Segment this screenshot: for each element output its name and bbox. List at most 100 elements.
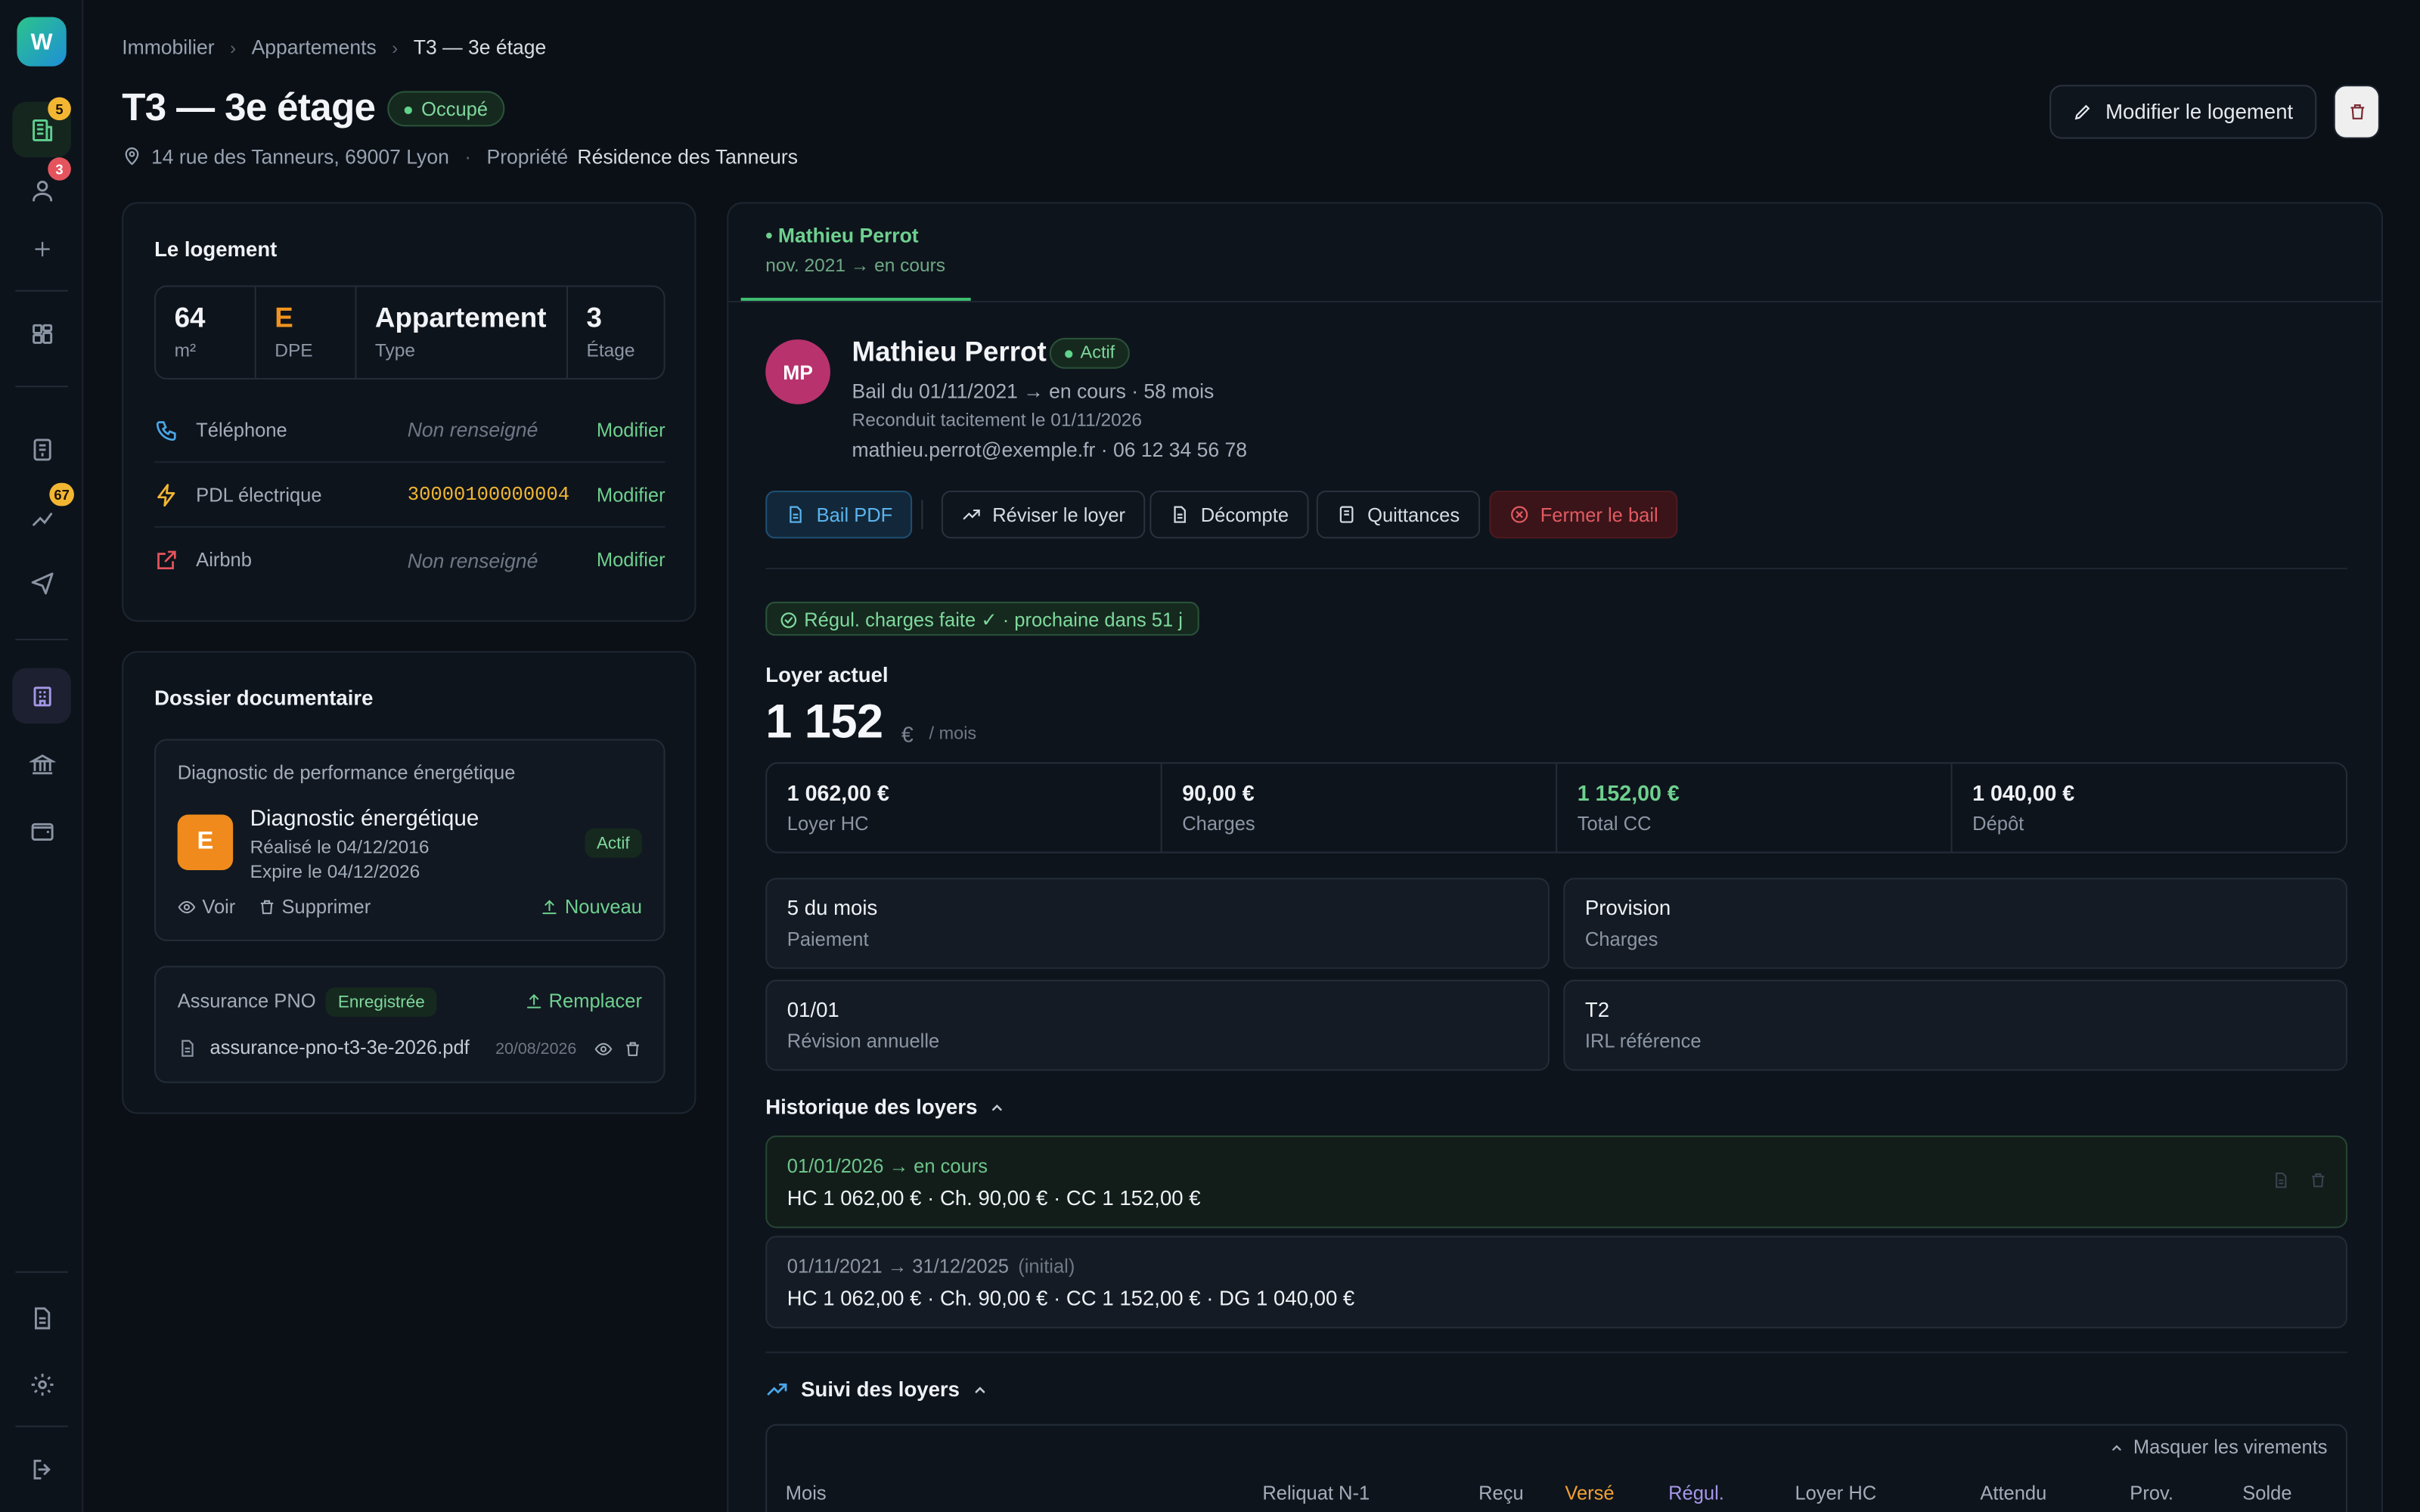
revise-rent-button[interactable]: Réviser le loyer [941,490,1146,539]
sidebar-item-users[interactable]: 3 [12,157,71,217]
column-header[interactable]: Attendu [1980,1483,2046,1504]
sidebar-item-dashboard[interactable] [12,305,71,361]
column-header[interactable]: Versé [1565,1483,1614,1504]
sidebar-item-settings[interactable] [12,1356,71,1411]
toolbar-divider [921,500,923,529]
rent-breakdown: 1 062,00 € Loyer HC 90,00 € Charges 1 15… [765,762,2348,854]
lease-pdf-button[interactable]: Bail PDF [765,490,913,539]
hide-transfers-button[interactable]: Masquer les virements [2110,1436,2328,1458]
dpe-letter-badge: E [177,814,234,871]
delete-dpe-button[interactable]: Supprimer [257,897,371,918]
chevron-right-icon: › [392,36,399,58]
stat-label: DPE [275,339,313,361]
trending-up-icon [765,1377,789,1401]
rent-history-row: 01/11/2021 → 31/12/2025 (initial) HC 1 06… [765,1235,2348,1329]
field-value: Non renseigné [407,548,538,572]
view-label: Voir [202,896,236,919]
column-header[interactable]: Solde [2242,1483,2291,1504]
trash-icon[interactable] [2309,1171,2327,1189]
rent-tracking-toggle[interactable]: Suivi des loyers [765,1377,987,1401]
grid-icon [29,320,55,346]
rent-hc-cell: 1 062,00 € Loyer HC [767,764,1162,852]
sidebar-item-wallet[interactable] [12,802,71,857]
column-header[interactable]: Reliquat N-1 [1262,1483,1370,1504]
tab-divider [728,300,2381,302]
sidebar-item-buildings[interactable]: 5 [12,97,71,158]
document-icon [29,1304,55,1331]
column-header[interactable]: Prov. [2130,1483,2173,1504]
eye-icon[interactable] [594,1040,613,1058]
column-header[interactable]: Régul. [1668,1483,1724,1504]
breadcrumb-current: T3 — 3e étage [413,35,547,59]
sidebar-item-logout[interactable] [12,1441,71,1496]
rent-history-toggle[interactable]: Historique des loyers [765,1095,1005,1119]
breadcrumb-link[interactable]: Immobilier [122,36,214,59]
tab-tenant-mathieu-perrot[interactable]: • Mathieu Perrot nov. 2021 → en cours [740,203,971,301]
sidebar-item-add[interactable] [12,221,71,276]
column-header[interactable]: Mois [786,1483,827,1504]
info-value: 5 du mois [786,896,878,920]
breadcrumb-link[interactable]: Appartements [252,36,377,59]
sidebar-item-bank[interactable] [12,736,71,791]
current-rent-currency: € [901,722,914,747]
amount-value: 1 152,00 € [1577,780,1680,806]
pno-filename[interactable]: assurance-pno-t3-3e-2026.pdf [210,1036,470,1058]
user-icon [29,177,55,203]
history-dates-line: 01/11/2021 → 31/12/2025 (initial) [787,1256,2326,1278]
revision-date-box: 01/01 Révision annuelle [765,979,1550,1071]
delete-logement-button[interactable] [2333,85,2380,139]
eye-icon [178,898,196,916]
receipt-icon [29,436,55,463]
document-icon[interactable] [2272,1171,2290,1189]
field-phone: Téléphone Non renseigné Modifier [154,398,666,463]
payment-day-box: 5 du mois Paiement [765,878,1550,969]
history-dates: 01/11/2021 → 31/12/2025 [786,1256,1009,1278]
replace-pno-button[interactable]: Remplacer [524,990,642,1012]
column-header[interactable]: Loyer HC [1795,1483,1876,1504]
pno-date: 20/08/2026 [495,1040,577,1058]
logement-card-title: Le logement [154,237,278,261]
dossier-card: Dossier documentaire Diagnostic de perfo… [122,651,697,1114]
sidebar-item-transfers[interactable]: 67 [12,482,74,543]
breadcrumb: Immobilier › Appartements › T3 — 3e étag… [122,36,546,59]
gear-icon [29,1371,55,1397]
stat-value: E [275,302,293,333]
address-text: 14 rue des Tanneurs, 69007 Lyon [150,144,449,169]
sidebar-divider [15,1271,68,1273]
quittances-button[interactable]: Quittances [1316,490,1480,539]
info-value: 01/01 [786,998,839,1022]
avatar: MP [765,339,830,404]
lease-renewal: Reconduit tacitement le 01/11/2026 [852,408,1143,431]
modify-pdl-link[interactable]: Modifier [597,484,666,506]
new-dpe-button[interactable]: Nouveau [540,897,642,918]
decompte-button[interactable]: Décompte [1150,490,1309,539]
upload-icon [540,898,558,916]
pno-status-badge: Enregistrée [325,987,438,1017]
decompte-label: Décompte [1200,503,1289,525]
sidebar-item-properties[interactable] [12,668,71,724]
page-title: T3 — 3e étage [122,86,376,130]
trash-icon[interactable] [623,1040,641,1058]
file-icon [178,1038,198,1058]
modify-phone-link[interactable]: Modifier [597,419,666,441]
close-lease-button[interactable]: Fermer le bail [1489,490,1679,539]
hide-transfers-label: Masquer les virements [2133,1436,2328,1458]
external-link-icon [154,547,179,572]
sidebar-item-documents[interactable] [12,1290,71,1345]
modify-airbnb-link[interactable]: Modifier [597,550,666,572]
property-name[interactable]: Résidence des Tanneurs [577,145,798,169]
field-label: Airbnb [196,549,252,572]
tab-tenant-name: • Mathieu Perrot [765,223,919,247]
view-dpe-button[interactable]: Voir [178,896,236,919]
sidebar-item-invoices[interactable] [12,421,71,476]
apartment-icon [29,683,55,709]
charges-mode-box: Provision Charges [1563,878,2348,969]
chevron-up-icon [990,1099,1005,1114]
column-header[interactable]: Reçu [1478,1483,1524,1504]
app-logo[interactable]: W [17,17,67,67]
field-value: Non renseigné [407,418,538,442]
rent-history-row: 01/01/2026 → en cours HC 1 062,00 € · Ch… [765,1136,2348,1228]
edit-logement-button[interactable]: Modifier le logement [2049,85,2317,139]
sidebar-item-travel[interactable] [12,554,71,609]
field-label: Téléphone [196,419,287,441]
